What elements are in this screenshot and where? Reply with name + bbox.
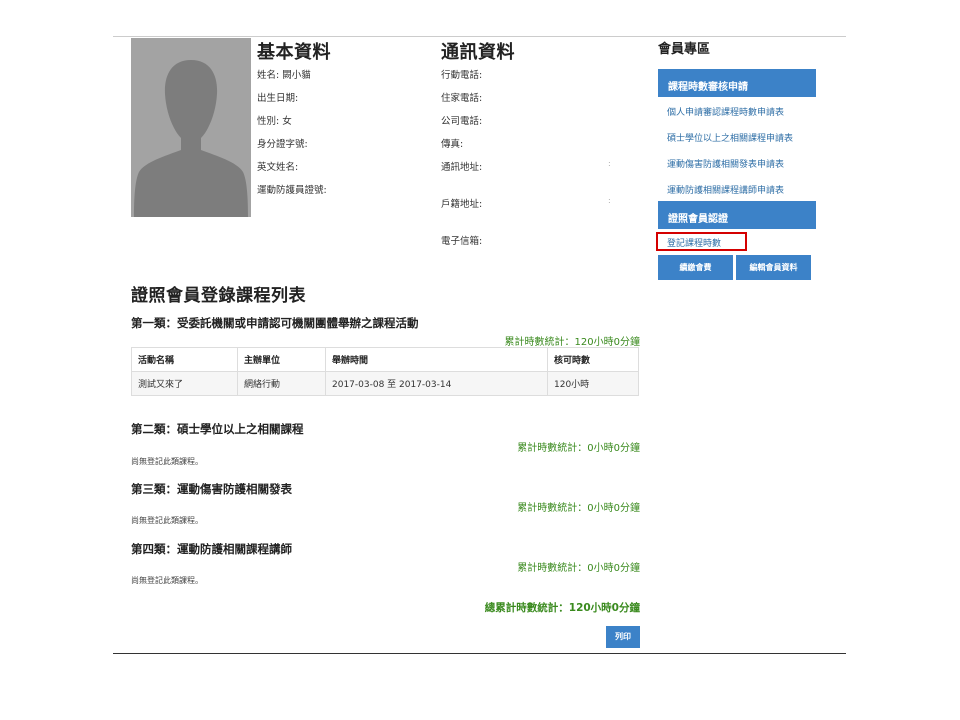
- category-4-title: 第四類：運動防護相關課程講師: [131, 542, 292, 556]
- bottom-divider: [113, 653, 846, 654]
- field-name: 姓名: 闕小貓: [257, 70, 311, 81]
- field-birthdate: 出生日期:: [257, 93, 299, 104]
- category-3-empty-note: 尚無登記此類課程。: [131, 516, 203, 525]
- field-license-number: 運動防護員證號:: [257, 185, 327, 196]
- avatar: [131, 38, 251, 217]
- field-office-phone: 公司電話:: [441, 116, 483, 127]
- link-masters-course-form[interactable]: 碩士學位以上之相關課程申請表: [667, 131, 793, 144]
- person-silhouette-icon: [131, 38, 251, 217]
- column-event-date: 舉辦時間: [325, 347, 548, 372]
- link-course-instructor-form[interactable]: 運動防護相關課程講師申請表: [667, 183, 784, 196]
- column-approved-hours: 核可時數: [547, 347, 639, 372]
- renew-membership-button[interactable]: 續繳會費: [658, 255, 733, 280]
- field-email: 電子信箱:: [441, 236, 483, 247]
- grand-total: 總累計時數統計：120小時0分鐘: [484, 602, 640, 614]
- category-2-empty-note: 尚無登記此類課程。: [131, 457, 203, 466]
- table-header-row: 活動名稱 主辦單位 舉辦時間 核可時數: [131, 347, 639, 372]
- category-3-total: 累計時數統計：0小時0分鐘: [517, 503, 640, 514]
- field-mobile: 行動電話:: [441, 70, 483, 81]
- category-1-table: 活動名稱 主辦單位 舉辦時間 核可時數 測試又來了 網絡行動 2017-03-0…: [131, 347, 639, 396]
- field-mailing-address: 通訊地址:: [441, 162, 483, 173]
- field-fax: 傳真:: [441, 139, 464, 150]
- mailing-address-separator: :: [608, 159, 611, 168]
- column-activity-name: 活動名稱: [131, 347, 238, 372]
- field-id-number: 身分證字號:: [257, 139, 308, 150]
- table-row: 測試又來了 網絡行動 2017-03-08 至 2017-03-14 120小時: [131, 371, 639, 396]
- member-area-title: 會員專區: [658, 42, 711, 57]
- link-register-course-hours[interactable]: 登記課程時數: [656, 232, 747, 251]
- registered-address-separator: :: [608, 196, 611, 205]
- column-organizer: 主辦單位: [237, 347, 326, 372]
- field-home-phone: 住家電話:: [441, 93, 483, 104]
- field-registered-address: 戶籍地址:: [441, 199, 483, 210]
- top-divider: [113, 36, 846, 37]
- link-sports-injury-publication-form[interactable]: 運動傷害防護相關發表申請表: [667, 157, 784, 170]
- category-4-total: 累計時數統計：0小時0分鐘: [517, 563, 640, 574]
- cell-approved-hours: 120小時: [547, 371, 639, 396]
- course-hours-review-header: 課程時數審核申請: [658, 69, 816, 97]
- field-gender: 性別: 女: [257, 116, 292, 127]
- category-2-title: 第二類：碩士學位以上之相關課程: [131, 422, 304, 436]
- category-1-total: 累計時數統計：120小時0分鐘: [504, 337, 640, 348]
- category-1-title: 第一類：受委託機關或申請認可機關團體舉辦之課程活動: [131, 316, 419, 330]
- category-2-total: 累計時數統計：0小時0分鐘: [517, 443, 640, 454]
- category-4-empty-note: 尚無登記此類課程。: [131, 576, 203, 585]
- cell-organizer: 網絡行動: [237, 371, 326, 396]
- certified-member-header: 證照會員認證: [658, 201, 816, 229]
- contact-info-title: 通訊資料: [441, 42, 515, 63]
- link-personal-course-hours-form[interactable]: 個人申請審認課程時數申請表: [667, 105, 784, 118]
- cell-event-date: 2017-03-08 至 2017-03-14: [325, 371, 548, 396]
- print-button[interactable]: 列印: [606, 626, 640, 648]
- cell-activity-name: 測試又來了: [131, 371, 238, 396]
- category-3-title: 第三類：運動傷害防護相關發表: [131, 482, 292, 496]
- field-english-name: 英文姓名:: [257, 162, 299, 173]
- basic-info-title: 基本資料: [257, 42, 331, 63]
- course-list-title: 證照會員登錄課程列表: [131, 286, 306, 306]
- edit-member-info-button[interactable]: 編輯會員資料: [736, 255, 811, 280]
